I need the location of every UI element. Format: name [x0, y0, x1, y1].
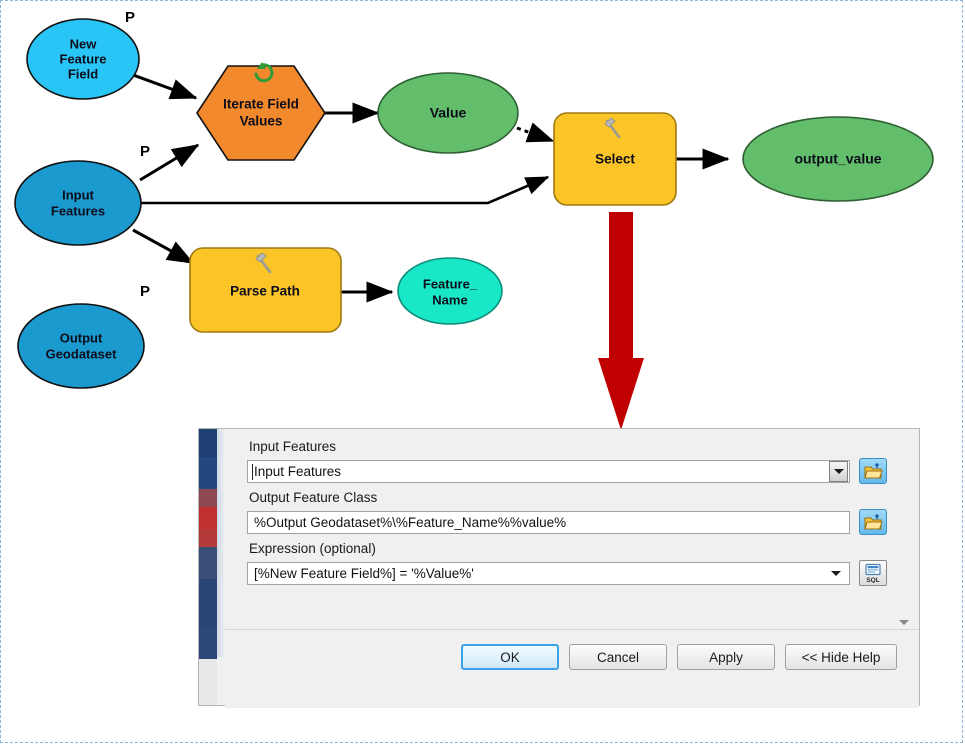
expression-label: Expression (optional): [249, 541, 376, 556]
connector-input-features-to-parse-path: [132, 228, 195, 265]
input-features-value: Input Features: [254, 463, 342, 479]
connector-new-feature-field-to-iterate: [124, 70, 198, 100]
hide-help-button[interactable]: << Hide Help: [785, 644, 897, 670]
node-label-line: Output: [60, 330, 103, 345]
node-label-line: Iterate Field: [223, 97, 299, 112]
output-feature-class-textbox[interactable]: %Output Geodataset%\%Feature_Name%%value…: [247, 510, 850, 534]
hide-help-button-label: << Hide Help: [801, 649, 881, 665]
node-label-line: Field: [68, 66, 98, 81]
parameters-scrollbar[interactable]: [897, 429, 911, 629]
parameters-form: Input Features Input Features Output Fea…: [225, 429, 919, 629]
model-node-output-value[interactable]: output_value: [742, 116, 934, 202]
node-label-line: Features: [51, 203, 105, 218]
connector-value-to-select: [516, 122, 555, 143]
node-label-line: Geodataset: [46, 346, 117, 361]
node-label-line: Parse Path: [230, 284, 300, 299]
scroll-down-arrow-icon[interactable]: [899, 620, 909, 625]
parameter-marker-new-feature-field: P: [125, 9, 135, 26]
dialog-button-bar: OK Cancel Apply << Hide Help: [225, 629, 919, 708]
svg-text:SQL: SQL: [866, 577, 879, 583]
model-node-iterate-field-values[interactable]: Iterate Field Values: [196, 62, 326, 161]
triangle-down-glyph: [833, 468, 844, 474]
node-label-line: output_value: [794, 151, 881, 167]
node-label-line: Values: [240, 114, 283, 129]
node-label-line: Feature_: [423, 276, 478, 291]
model-node-parse-path[interactable]: Parse Path: [189, 247, 342, 333]
parameter-marker-output-geodataset: P: [140, 283, 150, 300]
node-label-line: New: [70, 36, 98, 51]
parameter-marker-input-features: P: [140, 143, 150, 160]
triangle-down-glyph: [831, 570, 841, 576]
model-node-value[interactable]: Value: [377, 72, 519, 154]
input-features-row: Input Features: [247, 458, 919, 484]
output-feature-class-row: %Output Geodataset%\%Feature_Name%%value…: [247, 509, 919, 535]
output-feature-class-value: %Output Geodataset%\%Feature_Name%%value…: [254, 514, 567, 530]
output-feature-class-label: Output Feature Class: [249, 490, 378, 505]
select-tool-dialog[interactable]: Input Features Input Features Output Fea…: [198, 428, 920, 708]
expression-row: [%New Feature Field%] = '%Value%' SQL: [247, 560, 919, 586]
node-label-line: Value: [430, 105, 467, 121]
input-features-label: Input Features: [249, 439, 337, 454]
connector-input-features-to-select: [140, 175, 550, 205]
apply-button[interactable]: Apply: [677, 644, 775, 670]
model-node-output-geodataset[interactable]: Output Geodataset: [17, 303, 145, 389]
cancel-button[interactable]: Cancel: [569, 644, 667, 670]
model-node-new-feature-field[interactable]: New Feature Field: [26, 18, 140, 100]
browse-folder-icon[interactable]: [859, 458, 887, 484]
page-whitespace: [0, 706, 965, 745]
model-node-input-features[interactable]: Input Features: [14, 160, 142, 246]
browse-folder-icon[interactable]: [859, 509, 887, 535]
dialog-body: Input Features Input Features Output Fea…: [225, 429, 919, 708]
node-label-line: Feature: [60, 51, 107, 66]
model-node-select[interactable]: Select: [553, 112, 677, 206]
model-diagram-canvas[interactable]: New Feature Field P Input Features P Out…: [0, 0, 965, 430]
ok-button-label: OK: [500, 649, 520, 665]
input-features-combobox[interactable]: Input Features: [247, 459, 850, 483]
apply-button-label: Apply: [709, 649, 743, 665]
chevron-down-icon[interactable]: [829, 460, 848, 482]
sql-query-builder-icon[interactable]: SQL: [859, 560, 887, 586]
cancel-button-label: Cancel: [596, 649, 640, 665]
node-label-line: Name: [432, 292, 467, 307]
model-node-feature-name[interactable]: Feature_ Name: [397, 257, 503, 325]
ok-button[interactable]: OK: [461, 644, 559, 670]
chevron-down-icon[interactable]: [825, 563, 847, 584]
node-label-line: Select: [595, 152, 635, 167]
expression-value: [%New Feature Field%] = '%Value%': [254, 565, 474, 581]
dialog-window-chrome-strip: [199, 429, 217, 705]
node-label-line: Input: [62, 187, 94, 202]
red-down-arrow: [598, 212, 644, 430]
expression-combobox[interactable]: [%New Feature Field%] = '%Value%': [247, 561, 850, 585]
